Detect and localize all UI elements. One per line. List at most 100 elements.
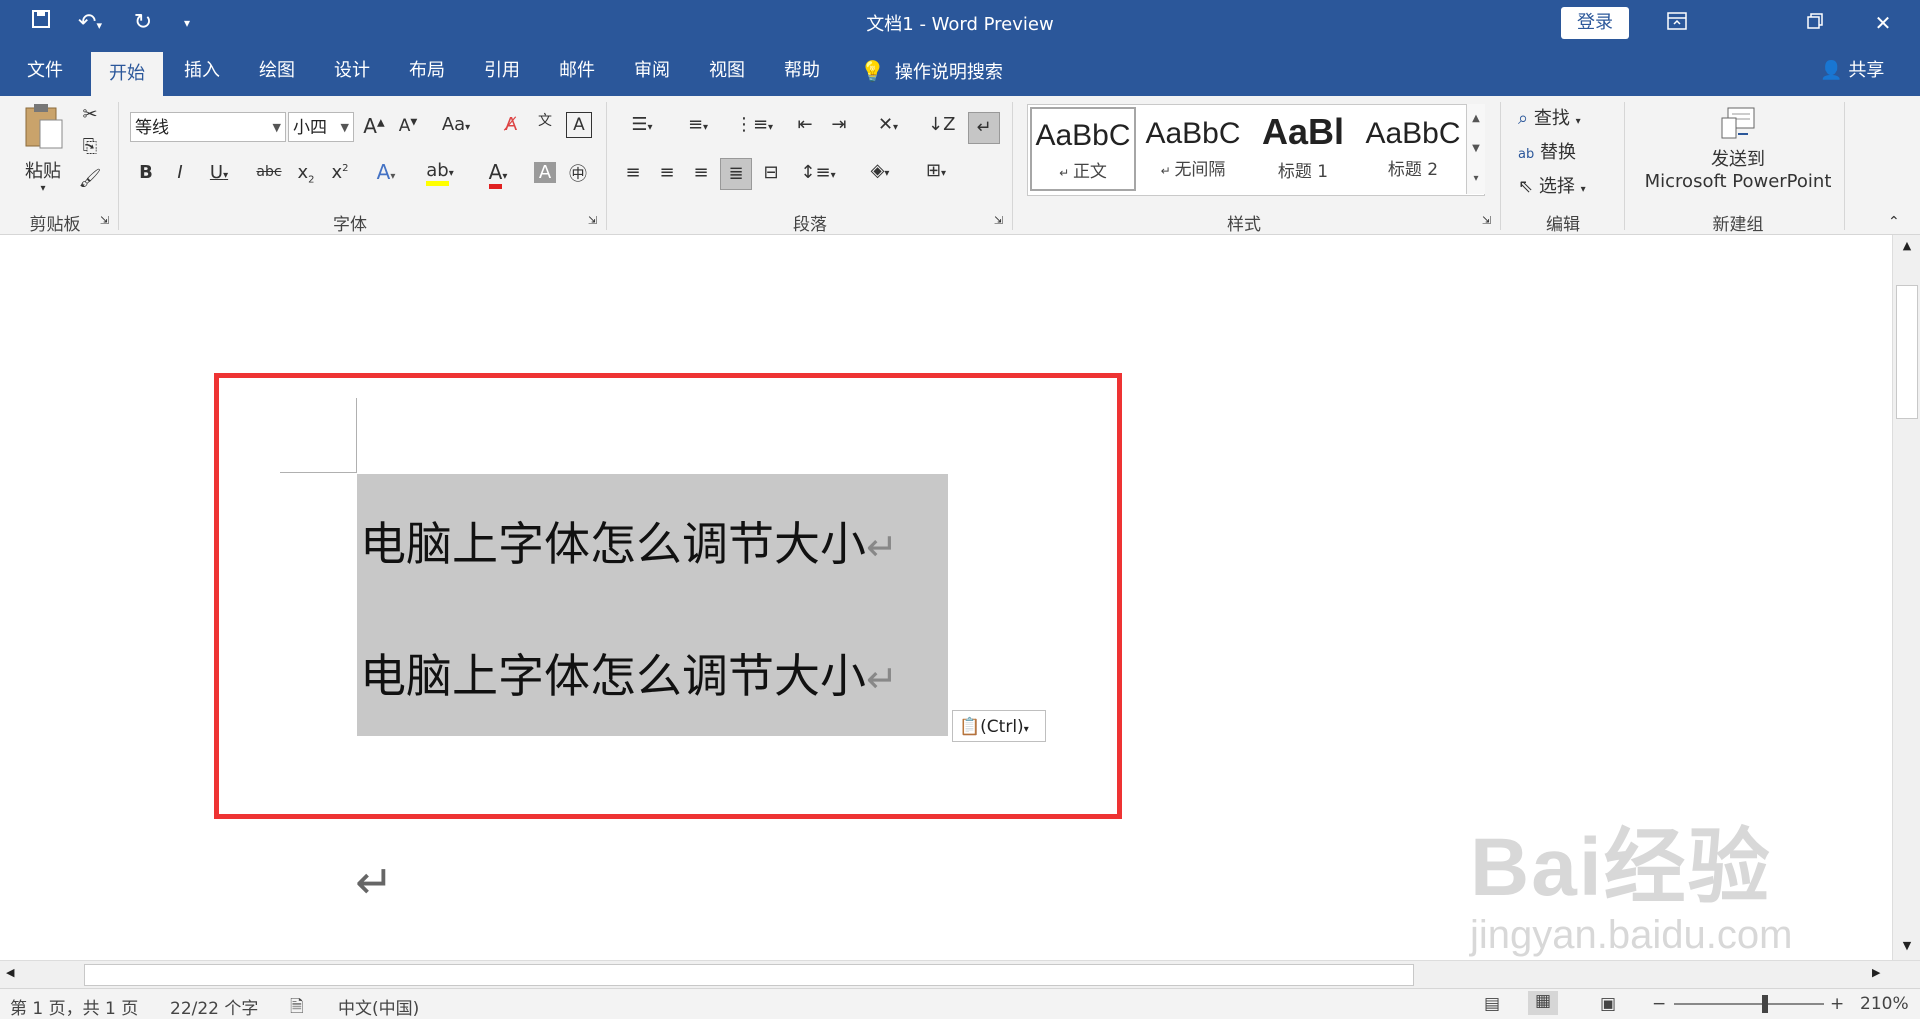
dialog-launcher-icon[interactable]: ⇲ [994,214,1003,227]
share-button[interactable]: 👤 共享 [1820,46,1884,96]
decrease-indent-icon[interactable]: ⇤ [792,114,818,135]
horizontal-scrollbar[interactable]: ◀ ▶ [0,960,1920,989]
tab-layout[interactable]: 布局 [391,46,463,96]
chinese-layout-icon[interactable]: ✕▾ [866,114,910,135]
horizontal-scroll-thumb[interactable] [84,964,1414,986]
read-mode-icon[interactable]: ▤ [1484,994,1500,1014]
tab-insert[interactable]: 插入 [166,46,238,96]
bold-icon[interactable]: B [136,162,156,183]
zoom-slider-thumb[interactable] [1762,995,1768,1013]
tell-me-search[interactable]: 💡 操作说明搜索 [860,46,1003,96]
style-normal[interactable]: AaBbC ↵ 正文 [1030,107,1136,191]
multilevel-list-icon[interactable]: ⋮≡▾ [732,114,776,135]
style-heading-1[interactable]: AaBl 标题 1 [1250,107,1356,191]
language-indicator[interactable]: 中文(中国) [338,994,419,1019]
show-marks-icon[interactable]: ↵ [968,112,1000,144]
strikethrough-icon[interactable]: abc [254,164,284,180]
find-button[interactable]: ⌕ 查找 ▾ [1518,104,1628,130]
ribbon-display-icon[interactable] [1654,6,1700,40]
login-button[interactable]: 登录 [1561,7,1629,39]
find-label: 查找 [1533,108,1570,129]
text-effects-icon[interactable]: A▾ [368,160,404,184]
font-color-icon[interactable]: A▾ [476,160,520,189]
font-size-combo[interactable]: 小四 ▼ [288,112,354,142]
dialog-launcher-icon[interactable]: ⇲ [100,214,109,227]
italic-icon[interactable]: I [170,162,190,183]
zoom-slider[interactable] [1674,1003,1824,1005]
tab-design[interactable]: 设计 [316,46,388,96]
tab-home[interactable]: 开始 [91,52,163,96]
bullets-icon[interactable]: ☰▾ [620,114,664,135]
window-title: 文档1 - Word Preview [866,14,1054,35]
gallery-more-icon[interactable]: ▾ [1467,164,1485,194]
dialog-launcher-icon[interactable]: ⇲ [1482,214,1491,227]
proofing-icon[interactable]: 🗎 [290,994,304,1023]
scroll-left-icon[interactable]: ◀ [6,966,14,979]
style-no-spacing[interactable]: AaBbC ↵ 无间隔 [1140,107,1246,191]
vertical-scrollbar[interactable]: ▲ ▼ [1892,235,1920,960]
clipboard-group-label: 剪贴板 [29,215,81,235]
page-count[interactable]: 第 1 页，共 1 页 [10,994,138,1019]
restore-icon[interactable] [1792,6,1838,40]
vertical-scroll-thumb[interactable] [1896,285,1918,419]
character-border-icon[interactable]: A [566,112,592,138]
shrink-font-icon[interactable]: A▼ [396,116,420,136]
superscript-icon[interactable]: x2 [328,162,352,183]
tab-mailings[interactable]: 邮件 [541,46,613,96]
phonetic-guide-icon[interactable]: 文 [532,110,558,130]
gallery-scroll[interactable]: ▲ ▼ ▾ [1466,104,1485,194]
zoom-in-icon[interactable]: + [1830,994,1844,1014]
font-name-combo[interactable]: 等线 ▼ [130,112,286,142]
collapse-ribbon-icon[interactable]: ⌃ [1888,214,1900,230]
scroll-right-icon[interactable]: ▶ [1872,966,1880,979]
increase-indent-icon[interactable]: ⇥ [826,114,852,135]
scroll-up-icon[interactable]: ▲ [1893,239,1920,252]
grow-font-icon[interactable]: A▲ [362,114,386,138]
align-center-icon[interactable]: ≡ [654,162,680,183]
select-button[interactable]: ⇖ 选择 ▾ [1518,172,1628,198]
numbering-icon[interactable]: ≡▾ [676,114,720,135]
tab-references[interactable]: 引用 [466,46,538,96]
tab-file[interactable]: 文件 [10,46,80,96]
align-left-icon[interactable]: ≡ [620,162,646,183]
tab-help[interactable]: 帮助 [766,46,838,96]
paragraph-mark-icon: ↵ [355,855,394,909]
print-layout-icon[interactable]: ▦ [1528,991,1558,1015]
borders-icon[interactable]: ⊞▾ [914,160,958,181]
watermark: Bai经验 jingyan.baidu.com [1470,800,1792,958]
paste-button[interactable]: 粘贴 ▾ [18,102,68,198]
line-spacing-icon[interactable]: ↕≡▾ [796,162,840,183]
tab-draw[interactable]: 绘图 [241,46,313,96]
zoom-out-icon[interactable]: − [1652,994,1666,1014]
zoom-level[interactable]: 210% [1860,994,1909,1014]
close-icon[interactable]: ✕ [1860,6,1906,40]
justify-icon[interactable]: ≣ [720,158,752,190]
style-heading-2[interactable]: AaBbC 标题 2 [1360,107,1466,191]
format-painter-icon[interactable]: 🖌 [78,168,102,189]
style-sample: AaBbC [1145,117,1241,150]
replace-button[interactable]: ab 替换 [1518,138,1628,164]
tab-review[interactable]: 审阅 [616,46,688,96]
scroll-down-icon[interactable]: ▼ [1893,939,1920,952]
underline-icon[interactable]: U▾ [204,162,234,183]
clear-formatting-icon[interactable]: A̸ [498,114,524,135]
distributed-icon[interactable]: ⊟ [758,162,784,183]
change-case-button[interactable]: Aa▾ [436,114,476,135]
dialog-launcher-icon[interactable]: ⇲ [588,214,597,227]
cut-icon[interactable]: ✂ [78,104,102,125]
enclose-characters-icon[interactable]: ㊥ [566,160,590,186]
shading-icon[interactable]: ◈▾ [858,160,902,181]
watermark-url: jingyan.baidu.com [1470,913,1793,957]
word-count[interactable]: 22/22 个字 [170,994,258,1019]
highlight-color-icon[interactable]: ab▾ [418,160,462,186]
scroll-up-icon[interactable]: ▲ [1467,104,1485,134]
align-right-icon[interactable]: ≡ [688,162,714,183]
scroll-down-icon[interactable]: ▼ [1467,134,1485,164]
copy-icon[interactable]: ⎘ [78,136,102,157]
character-shading-icon[interactable]: A [534,162,556,183]
send-to-powerpoint-button[interactable]: 发送到 Microsoft PowerPoint [1640,104,1836,192]
web-layout-icon[interactable]: ▣ [1600,994,1616,1014]
sort-icon[interactable]: ↓Z [928,114,955,135]
subscript-icon[interactable]: x2 [294,162,318,186]
tab-view[interactable]: 视图 [691,46,763,96]
